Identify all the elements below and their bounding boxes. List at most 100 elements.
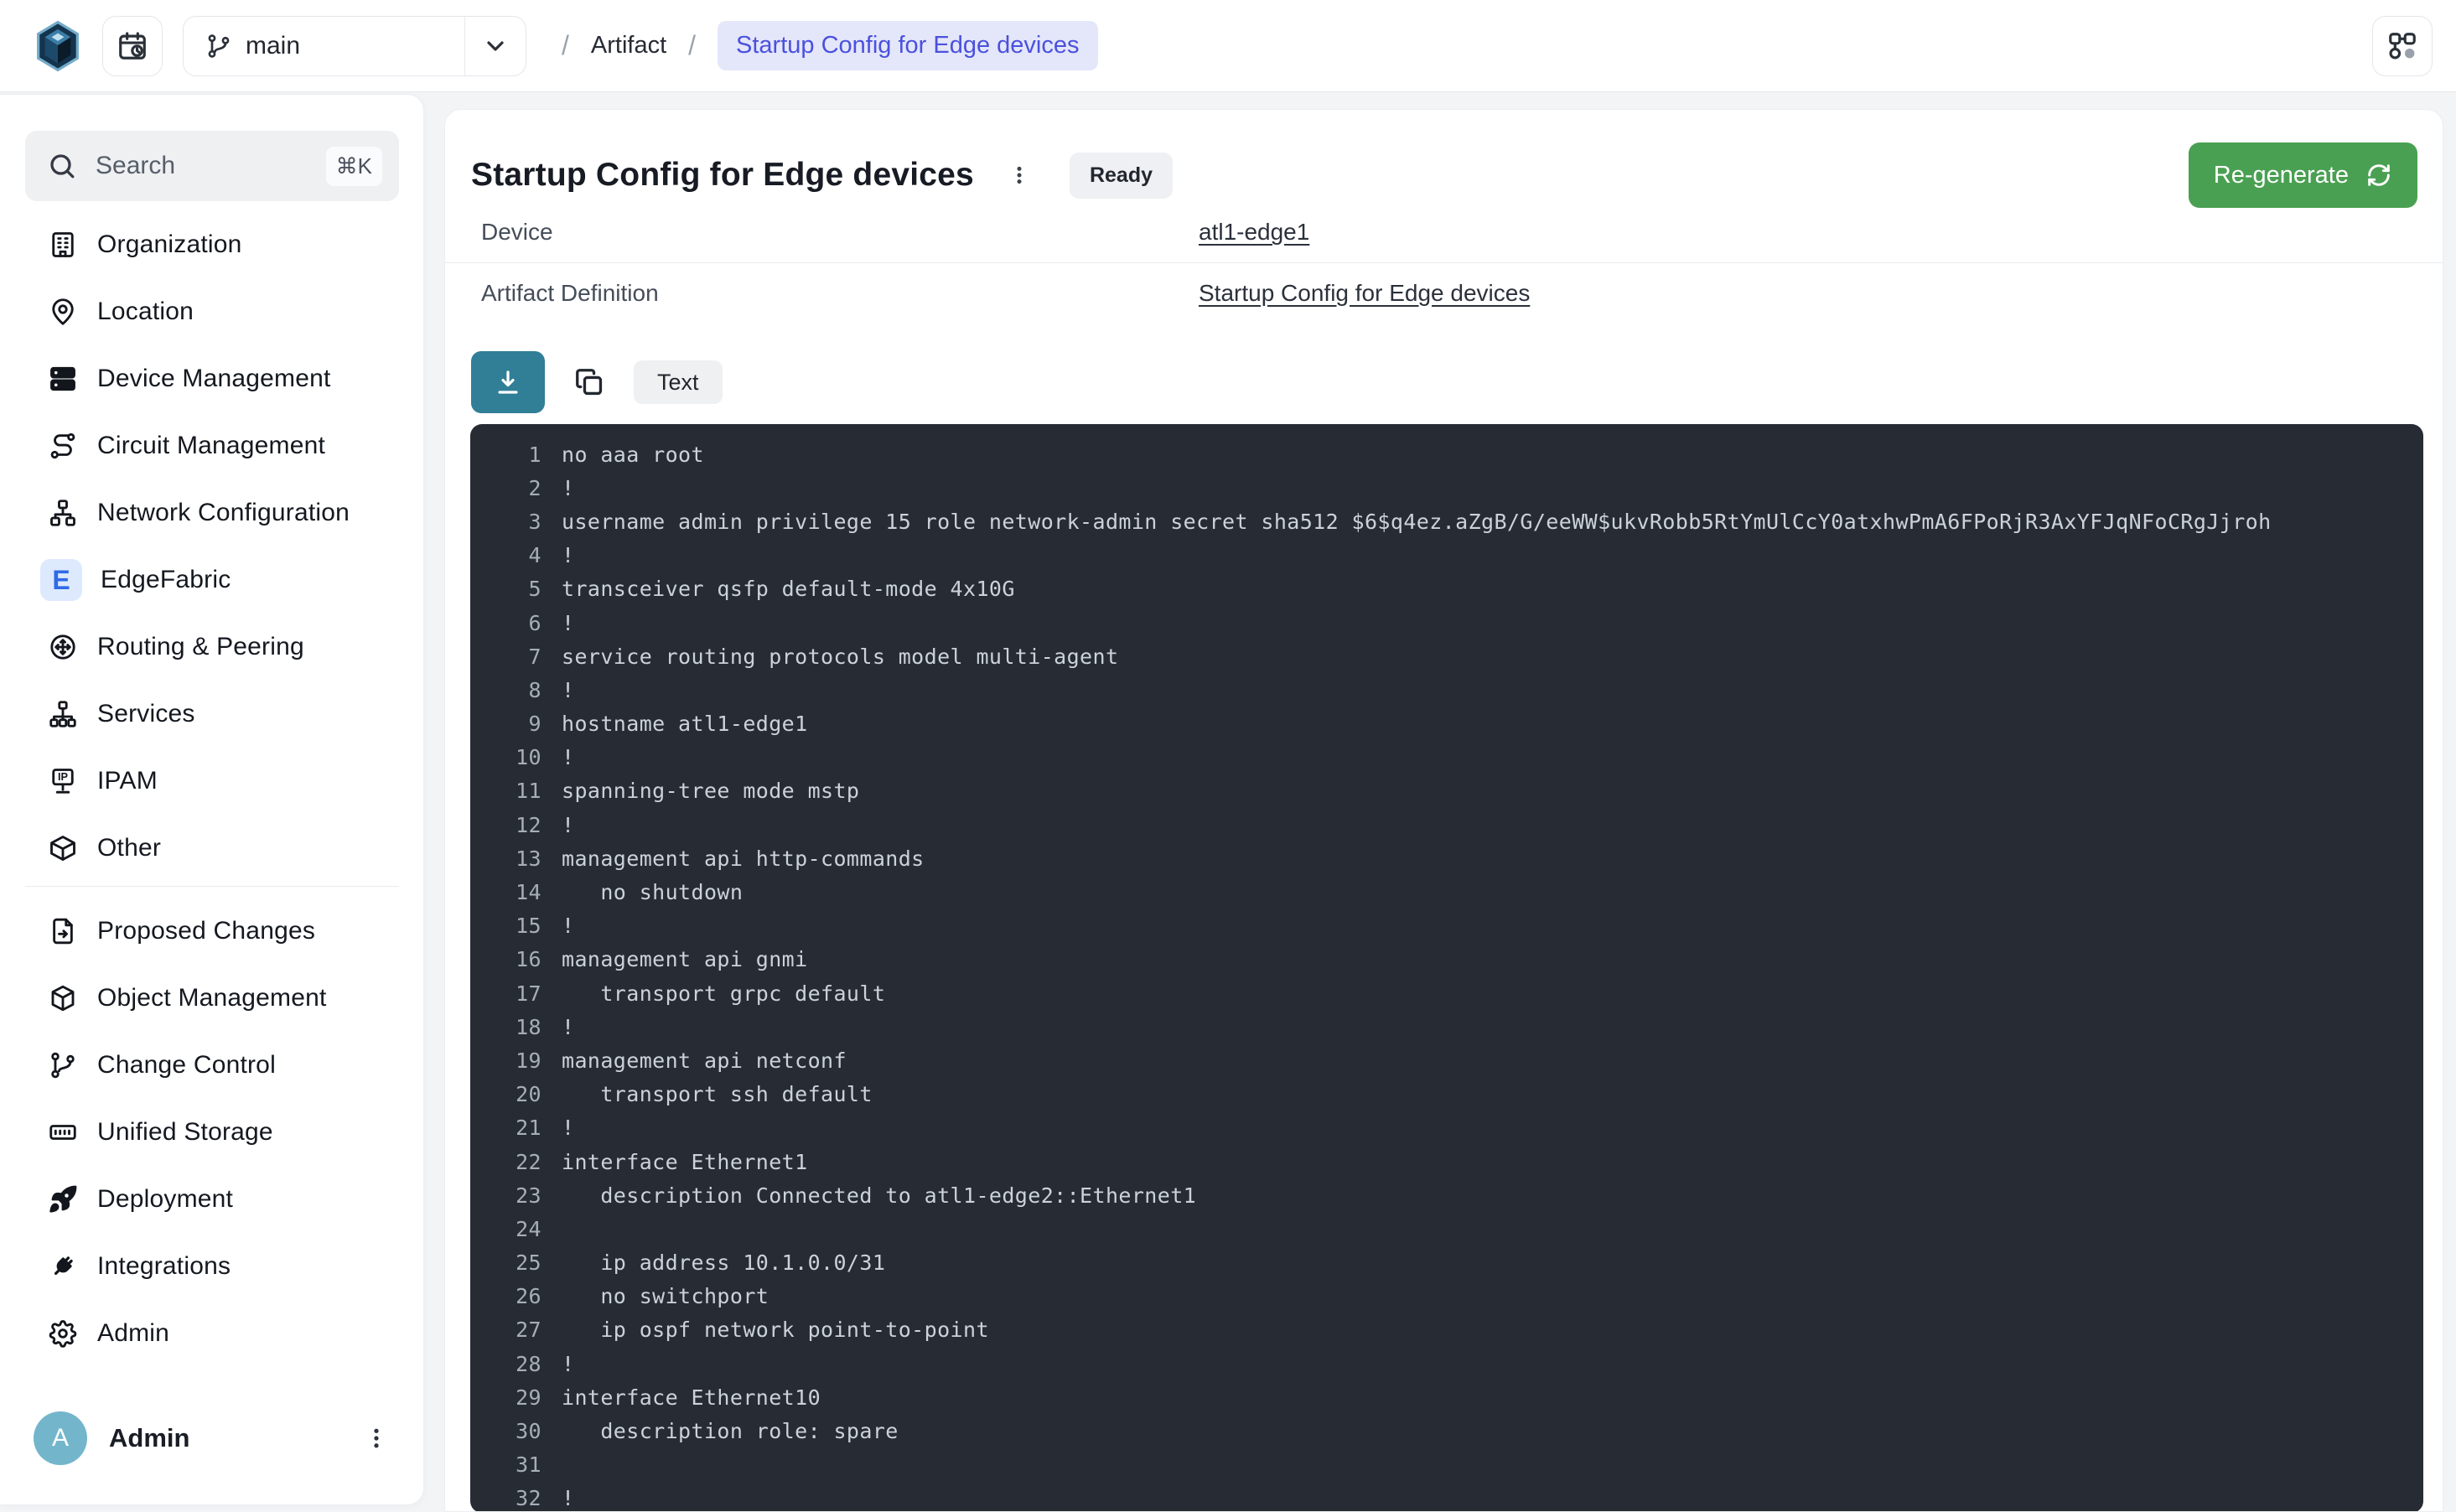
code-line: 27 ip ospf network point-to-point: [470, 1313, 2423, 1347]
sidebar-item-label: Location: [97, 298, 194, 326]
kebab-icon: [1008, 163, 1030, 188]
sidebar-item-circuit-management[interactable]: Circuit Management: [0, 412, 424, 479]
code-line: 18!: [470, 1010, 2423, 1043]
download-button[interactable]: [471, 351, 545, 413]
edgefabric-badge: E: [40, 559, 82, 601]
line-number: 12: [470, 813, 541, 837]
sidebar-item-object-management[interactable]: Object Management: [0, 965, 424, 1032]
sidebar-item-routing-peering[interactable]: Routing & Peering: [0, 614, 424, 681]
sidebar-item-other[interactable]: Other: [0, 815, 424, 882]
copy-button[interactable]: [567, 360, 612, 405]
code-line: 20 transport ssh default: [470, 1078, 2423, 1111]
config-code-viewer[interactable]: 1no aaa root2!3username admin privilege …: [470, 424, 2423, 1512]
file-diff-icon: [47, 915, 79, 947]
code-line: 28!: [470, 1347, 2423, 1380]
app-logo: [34, 19, 82, 73]
code-text: !: [562, 1015, 574, 1039]
format-text-button[interactable]: Text: [634, 360, 723, 404]
artifact-kebab-button[interactable]: [1003, 157, 1036, 194]
line-number: 9: [470, 712, 541, 736]
code-text: !: [562, 476, 574, 500]
sidebar-item-integrations[interactable]: Integrations: [0, 1233, 424, 1300]
sidebar-item-label: Device Management: [97, 365, 331, 393]
sidebar-item-label: Change Control: [97, 1051, 276, 1080]
refresh-icon: [2365, 162, 2392, 189]
code-line: 15!: [470, 909, 2423, 943]
code-text: !: [562, 1486, 574, 1510]
git-branch-icon: [47, 1049, 79, 1081]
sidebar-item-location[interactable]: Location: [0, 278, 424, 345]
code-line: 31: [470, 1448, 2423, 1482]
sidebar-item-proposed-changes[interactable]: Proposed Changes: [0, 898, 424, 965]
code-line: 10!: [470, 741, 2423, 774]
line-number: 25: [470, 1251, 541, 1275]
device-link[interactable]: atl1-edge1: [1199, 219, 1309, 246]
user-kebab-button[interactable]: [360, 1420, 393, 1457]
sidebar-item-label: Routing & Peering: [97, 633, 304, 661]
sidebar-item-ipam[interactable]: IPIPAM: [0, 748, 424, 815]
code-line: 12!: [470, 808, 2423, 841]
line-number: 10: [470, 745, 541, 769]
code-line: 7service routing protocols model multi-a…: [470, 639, 2423, 673]
search-input[interactable]: Search ⌘K: [25, 131, 399, 201]
sidebar-item-unified-storage[interactable]: Unified Storage: [0, 1099, 424, 1166]
code-line: 22interface Ethernet1: [470, 1145, 2423, 1178]
code-text: !: [562, 1352, 574, 1376]
sidebar-item-label: Deployment: [97, 1185, 233, 1214]
line-number: 2: [470, 476, 541, 500]
line-number: 19: [470, 1049, 541, 1073]
line-number: 24: [470, 1217, 541, 1241]
sidebar-item-label: EdgeFabric: [101, 566, 231, 594]
code-text: management api gnmi: [562, 947, 808, 971]
code-text: no shutdown: [562, 880, 743, 904]
code-text: description Connected to atl1-edge2::Eth…: [562, 1183, 1196, 1208]
breadcrumb-separator: /: [688, 30, 696, 61]
sidebar-item-change-control[interactable]: Change Control: [0, 1032, 424, 1099]
code-text: no switchport: [562, 1284, 769, 1308]
code-line: 25 ip address 10.1.0.0/31: [470, 1246, 2423, 1280]
branch-selector[interactable]: main: [183, 16, 526, 76]
sidebar-item-label: Integrations: [97, 1252, 231, 1281]
sidebar-item-organization[interactable]: Organization: [0, 211, 424, 278]
code-line: 23 description Connected to atl1-edge2::…: [470, 1178, 2423, 1212]
regenerate-button[interactable]: Re-generate: [2189, 142, 2417, 208]
line-number: 4: [470, 543, 541, 567]
topbar: main / Artifact / Startup Config for Edg…: [0, 0, 2456, 92]
line-number: 13: [470, 847, 541, 871]
search-icon: [47, 151, 77, 181]
code-line: 19management api netconf: [470, 1043, 2423, 1077]
line-number: 20: [470, 1082, 541, 1106]
calendar-button[interactable]: [102, 16, 163, 76]
rocket-icon: [47, 1183, 79, 1215]
code-line: 9hostname atl1-edge1: [470, 707, 2423, 741]
line-number: 6: [470, 611, 541, 635]
sidebar-item-label: Object Management: [97, 984, 327, 1012]
line-number: 7: [470, 645, 541, 669]
router-icon: [47, 631, 79, 663]
sidebar-item-device-management[interactable]: Device Management: [0, 345, 424, 412]
sidebar-item-admin[interactable]: Admin: [0, 1300, 424, 1367]
line-number: 15: [470, 914, 541, 938]
user-menu[interactable]: A Admin: [34, 1411, 393, 1466]
apps-topology-button[interactable]: [2372, 16, 2433, 76]
sidebar-item-network-configuration[interactable]: Network Configuration: [0, 479, 424, 546]
sidebar-item-services[interactable]: Services: [0, 681, 424, 748]
breadcrumb-separator: /: [562, 30, 569, 61]
chevron-down-icon: [482, 33, 509, 60]
map-pin-icon: [47, 296, 79, 328]
gear-icon: [47, 1318, 79, 1349]
divider: [464, 17, 465, 75]
line-number: 28: [470, 1352, 541, 1376]
artifact-definition-link[interactable]: Startup Config for Edge devices: [1199, 280, 1530, 307]
sidebar-item-edgefabric[interactable]: E EdgeFabric: [0, 546, 424, 614]
field-label: Device: [481, 219, 1199, 246]
code-line: 29interface Ethernet10: [470, 1380, 2423, 1414]
sidebar: Search ⌘K Organization Location Device Man…: [0, 94, 424, 1505]
code-line: 1no aaa root: [470, 438, 2423, 471]
breadcrumb-item-current[interactable]: Startup Config for Edge devices: [718, 21, 1097, 70]
breadcrumb-item-artifact[interactable]: Artifact: [591, 32, 666, 60]
line-number: 18: [470, 1015, 541, 1039]
code-text: !: [562, 543, 574, 567]
sidebar-item-deployment[interactable]: Deployment: [0, 1166, 424, 1233]
sidebar-item-label: Admin: [97, 1319, 169, 1348]
